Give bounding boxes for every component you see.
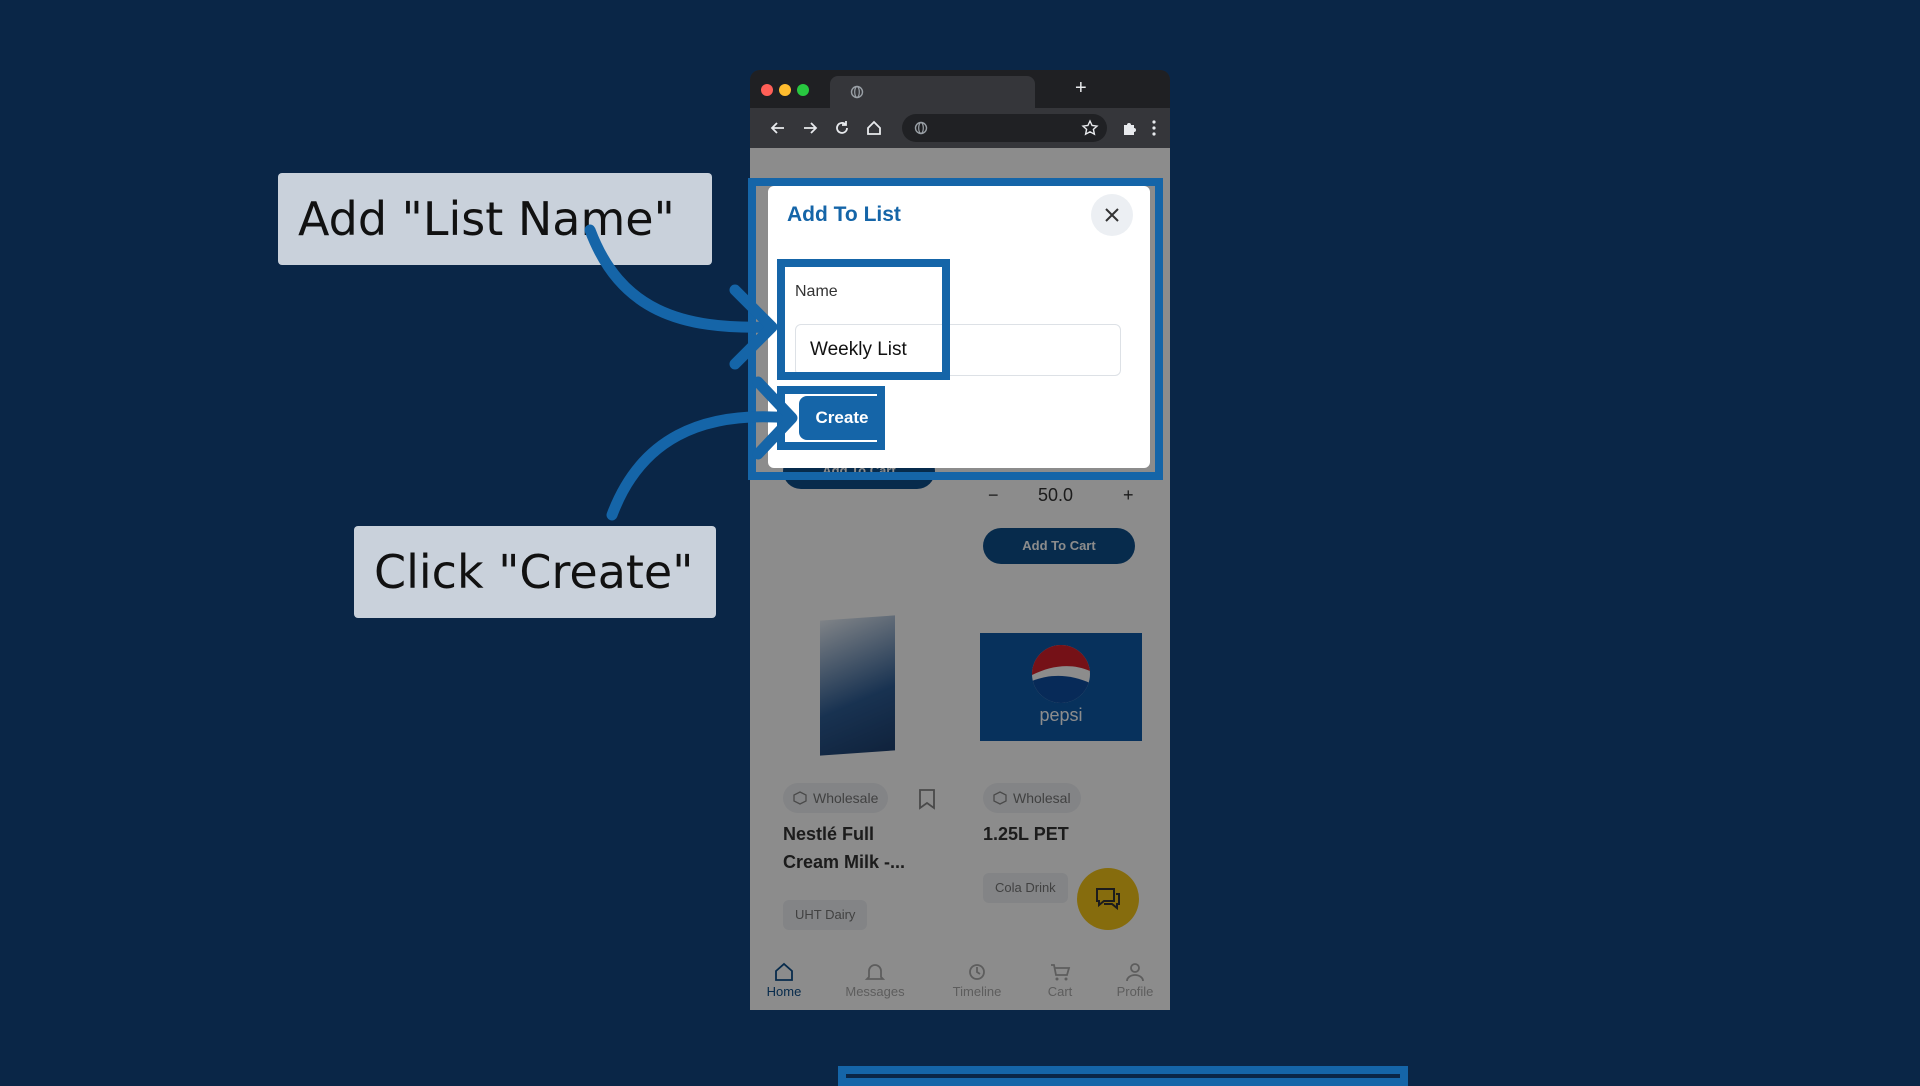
bottom-highlight-frame [838, 1066, 1408, 1086]
arrow-to-name-field [584, 224, 776, 333]
annotation-arrows [584, 224, 798, 521]
arrow-to-create-button [606, 411, 796, 521]
